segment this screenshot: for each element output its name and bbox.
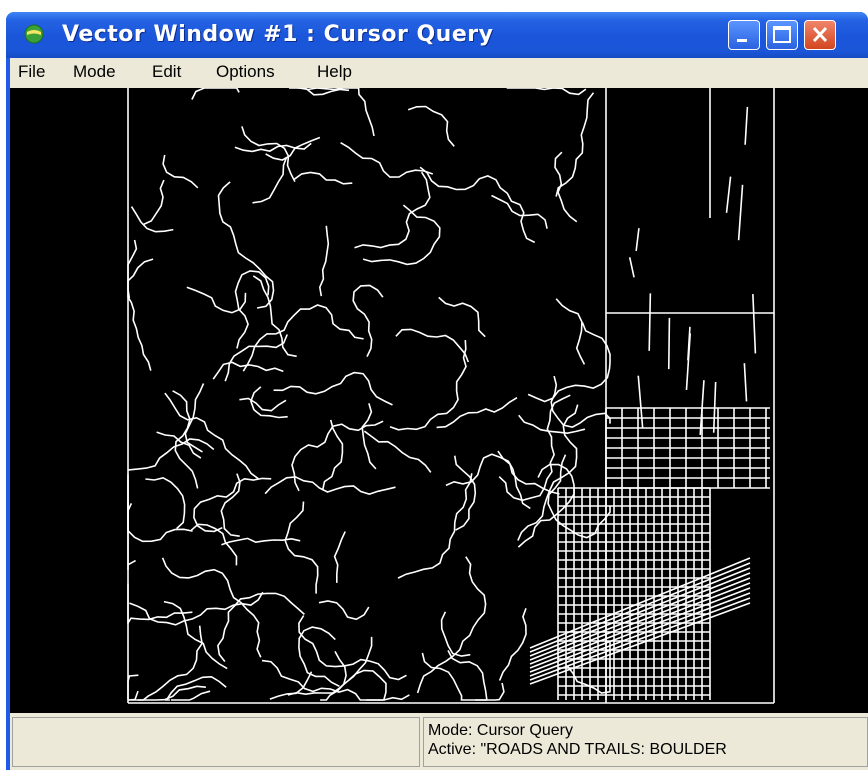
status-mode: Mode: Cursor Query xyxy=(428,722,573,739)
close-icon xyxy=(812,26,828,43)
status-panel-left xyxy=(12,717,420,767)
menu-edit[interactable]: Edit xyxy=(152,62,181,82)
status-panel-right: Mode: Cursor Query Active: "ROADS AND TR… xyxy=(423,717,868,767)
menu-mode[interactable]: Mode xyxy=(73,62,116,82)
vector-window: Vector Window #1 : Cursor Query File Mod… xyxy=(6,12,868,770)
minimize-button[interactable] xyxy=(728,20,760,50)
menu-bar: File Mode Edit Options Help xyxy=(10,58,868,88)
status-bar: Mode: Cursor Query Active: "ROADS AND TR… xyxy=(10,713,868,770)
menu-options[interactable]: Options xyxy=(216,62,275,82)
window-title: Vector Window #1 : Cursor Query xyxy=(62,22,494,47)
menu-file[interactable]: File xyxy=(18,62,45,82)
status-active: Active: "ROADS AND TRAILS: BOULDER xyxy=(428,741,727,758)
close-button[interactable] xyxy=(804,20,836,50)
maximize-button[interactable] xyxy=(766,20,798,50)
title-bar[interactable]: Vector Window #1 : Cursor Query xyxy=(6,12,868,58)
roads-layer xyxy=(127,88,775,704)
road-network-map xyxy=(127,88,775,704)
maximize-icon xyxy=(773,26,791,43)
vector-map-canvas[interactable] xyxy=(10,88,868,713)
minimize-icon xyxy=(737,39,747,42)
menu-help[interactable]: Help xyxy=(317,62,352,82)
globe-icon xyxy=(24,24,44,44)
